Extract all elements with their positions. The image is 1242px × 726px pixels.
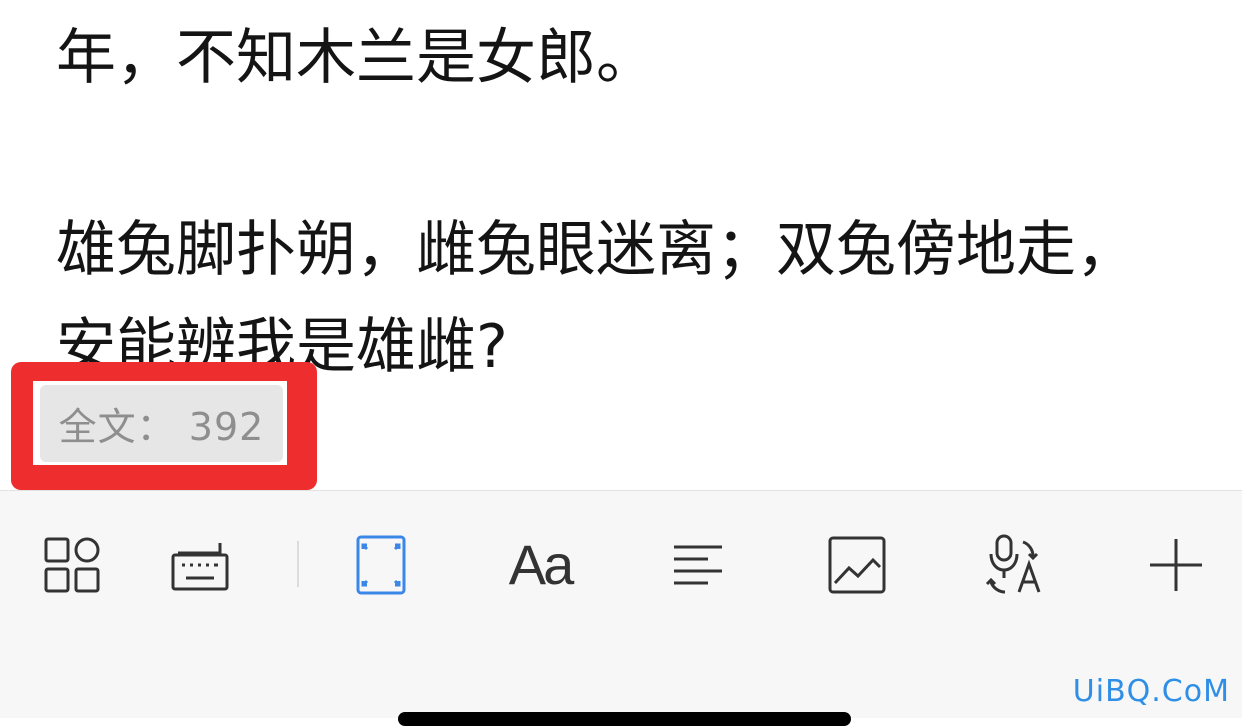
toolbar-divider bbox=[297, 541, 299, 587]
watermark-text: UiBQ.CoM bbox=[1072, 674, 1230, 709]
toolbar-grid-button[interactable] bbox=[34, 527, 110, 603]
toolbar-image-button[interactable] bbox=[819, 527, 895, 603]
align-left-icon bbox=[674, 545, 722, 585]
grid-icon bbox=[44, 537, 100, 593]
toolbar-add-button[interactable] bbox=[1138, 527, 1214, 603]
word-count-text: 全文： 392 bbox=[59, 396, 265, 451]
editor-toolbar: Aa UiBQ.CoM bbox=[0, 490, 1242, 726]
document-line: 年，不知木兰是女郎。 bbox=[56, 23, 656, 93]
document-line: 雄兔脚扑朔，雌兔眼迷离；双兔傍地走， bbox=[56, 215, 1136, 285]
word-count-badge[interactable]: 全文： 392 bbox=[40, 385, 283, 462]
font-style-icon: Aa bbox=[508, 533, 574, 596]
toolbar-frame-button[interactable] bbox=[343, 527, 419, 603]
toolbar-voice-button[interactable] bbox=[978, 527, 1054, 603]
toolbar-font-button[interactable]: Aa bbox=[502, 527, 578, 603]
fullscreen-frame-icon bbox=[356, 535, 406, 595]
plus-icon bbox=[1150, 539, 1202, 591]
keyboard-icon bbox=[171, 543, 229, 591]
toolbar-align-button[interactable] bbox=[660, 527, 736, 603]
home-indicator[interactable] bbox=[398, 712, 851, 726]
word-count-label: 全文： bbox=[58, 405, 176, 449]
toolbar-keyboard-button[interactable] bbox=[162, 527, 238, 603]
image-icon bbox=[828, 536, 886, 594]
word-count-value: 392 bbox=[188, 405, 265, 449]
voice-translate-icon bbox=[985, 534, 1041, 594]
